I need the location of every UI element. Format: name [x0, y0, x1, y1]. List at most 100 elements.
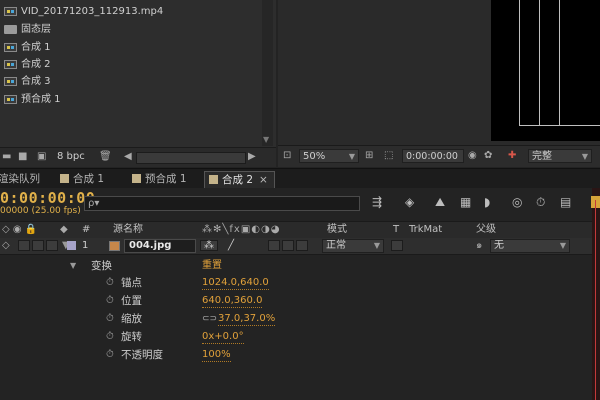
layer-row[interactable]: ◇ ▼ 1 004.jpg ⁂ ╱ 正常 ▼ ๑ 无 ▼ [0, 238, 600, 255]
project-item[interactable]: 合成 2 [0, 57, 51, 73]
constrain-proportions-icon[interactable]: ⊂⊃ [202, 310, 217, 328]
header-parent: 父级 [476, 224, 496, 235]
region-of-interest-icon[interactable]: ⬚ [384, 149, 393, 163]
stopwatch-icon[interactable]: ⏱ [106, 346, 114, 364]
opacity-value[interactable]: 100% [202, 348, 231, 362]
motion-blur-switch[interactable] [282, 240, 294, 251]
expand-arrow-icon[interactable]: ▼ [70, 257, 76, 275]
composition-color-icon [209, 175, 218, 184]
solo-switch[interactable] [32, 240, 44, 251]
draft-3d-icon[interactable]: ◈ [405, 195, 414, 209]
tab-render-queue[interactable]: 渲染队列 [0, 171, 46, 188]
guide-line [519, 125, 600, 126]
stopwatch-icon[interactable]: ⏱ [106, 274, 114, 292]
adjustment-switch[interactable] [296, 240, 308, 251]
interpret-footage-icon[interactable]: ▬ [2, 152, 11, 162]
scroll-down-icon[interactable]: ▼ [263, 135, 269, 144]
image-file-icon [109, 241, 120, 251]
new-folder-icon[interactable]: ■ [18, 152, 27, 162]
scale-value[interactable]: 37.0,37.0% [218, 312, 276, 326]
project-scrollbar[interactable]: ▼ [262, 0, 273, 146]
property-row-scale[interactable]: ⏱ 缩放 ⊂⊃ 37.0,37.0% [0, 310, 600, 328]
composition-color-icon [60, 174, 69, 183]
resolution-dropdown[interactable]: 完整 ▼ [528, 149, 592, 163]
frame-blending-icon[interactable]: ▦ [460, 195, 471, 209]
label-color-swatch[interactable] [67, 241, 76, 250]
rotation-value[interactable]: 0x+0.0° [202, 330, 244, 344]
grid-icon[interactable]: ⊞ [365, 149, 373, 163]
video-file-icon [4, 6, 17, 16]
viewer-timecode[interactable]: 0:00:00:00 [402, 149, 464, 163]
visibility-icon[interactable]: ◇ [2, 238, 10, 254]
stopwatch-icon[interactable]: ⏱ [106, 292, 114, 310]
zoom-dropdown[interactable]: 50% ▼ [299, 149, 359, 163]
folder-icon [4, 24, 17, 34]
snapshot-icon[interactable]: ◉ [468, 149, 477, 163]
anchor-value[interactable]: 1024.0,640.0 [202, 276, 269, 290]
comp-mini-flowchart-icon[interactable]: ⇶ [372, 195, 382, 209]
channel-icon[interactable]: ✚ [508, 149, 516, 163]
composition-icon [4, 59, 17, 69]
property-row-anchor[interactable]: ⏱ 锚点 1024.0,640.0 [0, 274, 600, 292]
delete-icon[interactable]: 🗑 [99, 152, 112, 162]
preserve-transparency-switch[interactable] [391, 240, 403, 251]
chevron-down-icon: ▼ [559, 241, 566, 250]
brainstorm-icon[interactable]: ◎ [512, 195, 522, 209]
bpc-label[interactable]: 8 bpc [57, 152, 85, 162]
position-value[interactable]: 640.0,360.0 [202, 294, 263, 308]
project-toolbar: ▬ ■ ▣ 8 bpc 🗑 ◀ ▶ [0, 147, 276, 167]
tab-precomp-1[interactable]: 预合成 1 [128, 171, 193, 188]
project-item[interactable]: 合成 1 [0, 40, 51, 56]
auto-keyframe-icon[interactable]: ⏱ [536, 195, 545, 210]
reset-link[interactable]: 重置 [202, 257, 222, 275]
close-icon[interactable]: × [259, 174, 268, 186]
lock-switch[interactable] [46, 240, 58, 251]
layer-switches-icon: ⁂✻╲fx▣◐◑◕ [202, 224, 281, 235]
property-row-position[interactable]: ⏱ 位置 640.0,360.0 [0, 292, 600, 310]
project-item[interactable]: 固态层 [0, 22, 51, 38]
composition-canvas[interactable] [491, 0, 600, 141]
motion-blur-icon[interactable]: ◗ [484, 195, 490, 209]
scroll-right-icon[interactable]: ▶ [248, 152, 256, 162]
property-row-rotation[interactable]: ⏱ 旋转 0x+0.0° [0, 328, 600, 346]
tab-comp-1[interactable]: 合成 1 [56, 171, 110, 188]
header-source-name[interactable]: 源名称 [113, 222, 143, 238]
layer-column-headers: ◇ ◉ 🔒 ◆ # 源名称 ⁂✻╲fx▣◐◑◕ 模式 T TrkMat 父级 [0, 221, 600, 239]
project-hscrollbar[interactable] [136, 152, 246, 164]
tab-comp-2[interactable]: 合成 2 × [204, 171, 275, 189]
property-row-opacity[interactable]: ⏱ 不透明度 100% [0, 346, 600, 364]
av-features-icon[interactable]: ◇ ◉ 🔒 [2, 222, 37, 238]
timeline-timecode[interactable]: 0:00:00:00 [0, 189, 95, 207]
collapse-switch-icon[interactable]: ⁂ [204, 238, 214, 254]
layer-name[interactable]: 004.jpg [124, 239, 196, 253]
quality-switch-icon[interactable]: ╱ [228, 238, 234, 254]
graph-editor-icon[interactable]: ▤ [560, 195, 571, 209]
timeline-search-input[interactable]: ρ▾ [84, 196, 360, 211]
new-composition-icon[interactable]: ▣ [37, 152, 46, 162]
hide-shy-layers-icon[interactable]: ⛰ [435, 195, 445, 210]
chevron-down-icon: ▼ [348, 152, 355, 161]
header-hash: # [82, 224, 91, 235]
project-panel: VID_20171203_112913.mp4 固态层 合成 1 合成 2 合成… [0, 0, 276, 166]
project-item[interactable]: VID_20171203_112913.mp4 [0, 4, 163, 20]
show-snapshot-icon[interactable]: ✿ [484, 149, 492, 163]
stopwatch-icon[interactable]: ⏱ [106, 310, 114, 328]
stopwatch-icon[interactable]: ⏱ [106, 328, 114, 346]
blend-mode-dropdown[interactable]: 正常 ▼ [322, 239, 384, 253]
transform-label: 变换 [91, 260, 112, 272]
label-icon[interactable]: ◆ [60, 222, 68, 238]
header-trkmat: TrkMat [409, 224, 443, 235]
parent-dropdown[interactable]: 无 ▼ [490, 239, 570, 253]
timeline-track-area[interactable] [592, 188, 600, 400]
header-mode: 模式 [327, 224, 347, 235]
layer-index: 1 [82, 240, 89, 251]
project-item[interactable]: 预合成 1 [0, 92, 61, 108]
effect-switch[interactable] [268, 240, 280, 251]
scroll-left-icon[interactable]: ◀ [124, 152, 132, 162]
pick-whip-icon[interactable]: ๑ [476, 238, 482, 254]
composition-icon [4, 94, 17, 104]
project-item[interactable]: 合成 3 [0, 74, 51, 90]
audio-switch[interactable] [18, 240, 30, 251]
transform-group[interactable]: ▼ 变换 重置 [0, 257, 600, 275]
always-preview-icon[interactable]: ⊡ [283, 149, 291, 163]
